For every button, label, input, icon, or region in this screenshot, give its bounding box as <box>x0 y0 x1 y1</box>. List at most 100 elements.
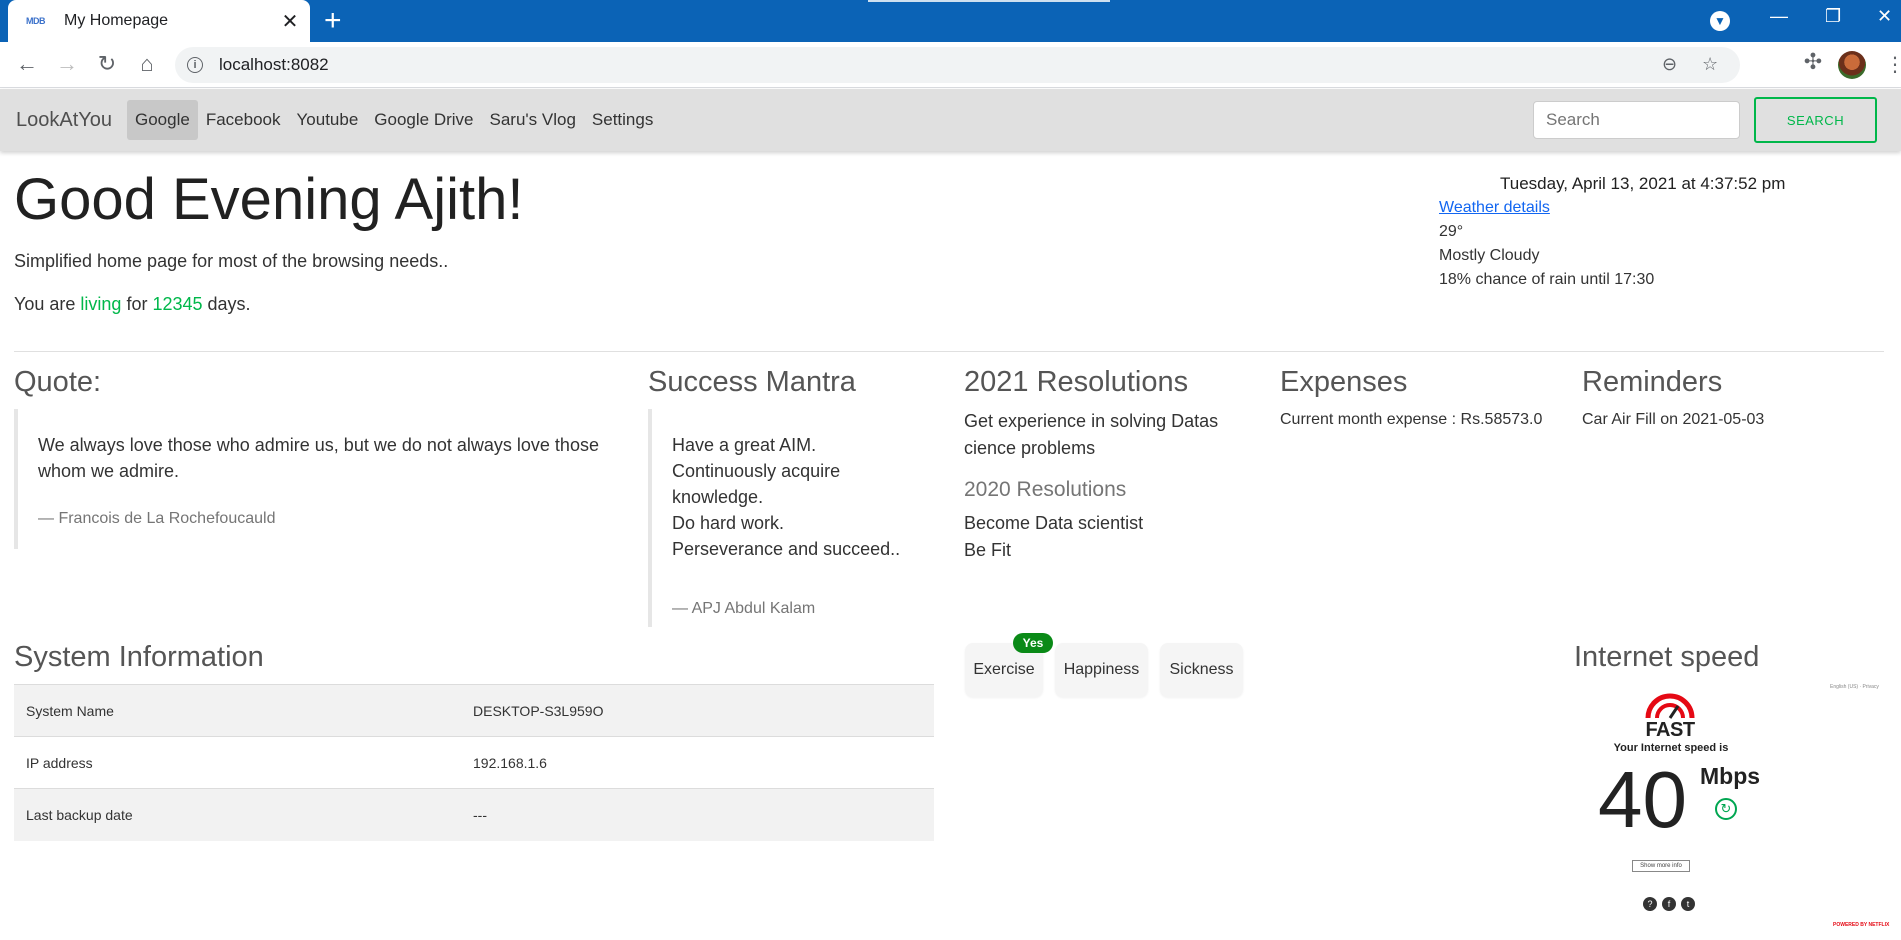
current-datetime: Tuesday, April 13, 2021 at 4:37:52 pm <box>1500 174 1786 193</box>
more-menu-icon[interactable]: ⋮ <box>1885 52 1901 77</box>
weather-panel: Weather details 29° Mostly Cloudy 18% ch… <box>1439 196 1654 292</box>
restore-icon[interactable]: ❐ <box>1825 6 1841 27</box>
chevron-down-icon[interactable]: ▼ <box>1710 11 1730 31</box>
resolution-2020-item: Be Fit <box>964 540 1012 560</box>
nav-links: Google Facebook Youtube Google Drive Sar… <box>127 100 661 140</box>
brand-logo[interactable]: LookAtYou <box>16 109 112 132</box>
info-icon[interactable]: i <box>187 57 203 73</box>
nav-link-youtube[interactable]: Youtube <box>289 100 367 140</box>
browser-tab-strip: MDB My Homepage ✕ + ▼ — ❐ ✕ <box>0 0 1901 42</box>
system-name-value: DESKTOP-S3L959O <box>461 684 934 737</box>
nav-link-google-drive[interactable]: Google Drive <box>366 100 481 140</box>
mantra-line: Continuously acquire knowledge. <box>672 461 841 507</box>
nav-link-facebook[interactable]: Facebook <box>198 100 289 140</box>
backup-date-value: --- <box>461 788 934 841</box>
system-info-heading: System Information <box>14 641 264 673</box>
fast-top-links[interactable]: English (US) · Privacy <box>1830 684 1879 690</box>
quote-heading: Quote: <box>14 366 102 398</box>
help-icon[interactable]: ? <box>1643 897 1657 911</box>
nav-link-settings[interactable]: Settings <box>584 100 661 140</box>
search-button[interactable]: SEARCH <box>1754 97 1877 143</box>
tab-strip-indicator <box>868 0 1110 2</box>
mantra-line: Do hard work. <box>672 513 785 533</box>
extensions-icon[interactable]: ✣ <box>1799 49 1827 75</box>
refresh-icon[interactable]: ↻ <box>1715 798 1737 820</box>
weather-rain: 18% chance of rain until 17:30 <box>1439 271 1655 288</box>
habit-chip-sickness[interactable]: Sickness <box>1160 643 1243 697</box>
resolutions-2020-heading: 2020 Resolutions <box>964 478 1127 501</box>
star-icon[interactable]: ☆ <box>1702 54 1718 75</box>
tab-favicon-icon: MDB <box>26 16 46 26</box>
close-tab-icon[interactable]: ✕ <box>280 9 300 34</box>
success-mantra-heading: Success Mantra <box>648 366 856 398</box>
weather-condition: Mostly Cloudy <box>1439 247 1540 264</box>
forward-arrow-icon[interactable]: → <box>53 51 81 77</box>
avatar[interactable] <box>1838 51 1866 79</box>
tab-title: My Homepage <box>64 12 169 29</box>
zoom-icon[interactable]: ⊖ <box>1662 54 1677 75</box>
living-prefix: You are <box>14 294 81 314</box>
living-mid: for <box>121 294 153 314</box>
table-row: System Name DESKTOP-S3L959O <box>14 684 934 737</box>
url-text[interactable]: localhost:8082 <box>219 55 329 75</box>
browser-tab[interactable]: MDB My Homepage ✕ <box>8 0 310 42</box>
address-bar[interactable]: i localhost:8082 ☆ ⊖ <box>175 47 1740 83</box>
fast-speedometer-icon <box>1645 693 1695 719</box>
system-info-table: System Name DESKTOP-S3L959O IP address 1… <box>14 684 934 841</box>
reminders-text: Car Air Fill on 2021-05-03 <box>1582 411 1765 428</box>
new-tab-icon[interactable]: + <box>324 5 342 37</box>
resolution-2021-item: Get experience in solving Datas cience p… <box>964 411 1219 458</box>
living-word: living <box>80 294 122 314</box>
fast-logo: FAST <box>1635 690 1705 742</box>
expenses-text: Current month expense : Rs.58573.0 <box>1280 411 1543 428</box>
status-badge: Yes <box>1013 633 1053 653</box>
mantra-line: Have a great AIM. <box>672 435 817 455</box>
quote-block: We always love those who admire us, but … <box>14 409 614 549</box>
reload-icon[interactable]: ↻ <box>93 51 121 77</box>
app-navbar: LookAtYou Google Facebook Youtube Google… <box>0 89 1901 151</box>
show-more-info-button[interactable]: Show more info <box>1632 860 1690 872</box>
ip-address-value: 192.168.1.6 <box>461 736 934 789</box>
browser-toolbar: ← → ↻ ⌂ i localhost:8082 ☆ ⊖ ✣ ⋮ <box>0 42 1901 88</box>
fast-logo-text: FAST <box>1645 719 1695 741</box>
nav-link-google[interactable]: Google <box>127 100 198 140</box>
table-row: Last backup date --- <box>14 788 934 841</box>
search-input[interactable] <box>1533 101 1740 139</box>
quote-author: — Francois de La Rochefoucauld <box>38 510 276 527</box>
resolutions-2020-list: Become Data scientist Be Fit <box>964 510 1234 564</box>
expenses-heading: Expenses <box>1280 366 1408 398</box>
system-name-label: System Name <box>14 684 461 737</box>
living-suffix: days. <box>202 294 251 314</box>
fast-caption: Your Internet speed is <box>1613 742 1729 754</box>
home-icon[interactable]: ⌂ <box>133 51 161 77</box>
ip-address-label: IP address <box>14 736 461 789</box>
close-window-icon[interactable]: ✕ <box>1877 6 1892 27</box>
powered-by-netflix: POWERED BY NETFLIX <box>1833 922 1890 928</box>
speed-value: 40 <box>1598 755 1687 844</box>
minimize-icon[interactable]: — <box>1770 6 1788 27</box>
subtitle: Simplified home page for most of the bro… <box>14 251 449 271</box>
quote-text: We always love those who admire us, but … <box>38 435 599 481</box>
twitter-icon[interactable]: t <box>1681 897 1695 911</box>
living-days-text: You are living for 12345 days. <box>14 294 251 315</box>
back-arrow-icon[interactable]: ← <box>13 51 41 77</box>
greeting-title: Good Evening Ajith! <box>14 167 524 232</box>
success-mantra-block: Have a great AIM. Continuously acquire k… <box>648 409 908 627</box>
backup-date-label: Last backup date <box>14 788 461 841</box>
living-days-count: 12345 <box>152 294 203 314</box>
reminders-heading: Reminders <box>1582 366 1723 398</box>
mantra-author: — APJ Abdul Kalam <box>672 600 816 617</box>
speed-unit: Mbps <box>1700 763 1761 789</box>
nav-link-sarus-vlog[interactable]: Saru's Vlog <box>482 100 584 140</box>
weather-temp: 29° <box>1439 223 1464 240</box>
divider <box>14 351 1884 352</box>
facebook-icon[interactable]: f <box>1662 897 1676 911</box>
mantra-line: Perseverance and succeed.. <box>672 539 901 559</box>
habit-chip-happiness[interactable]: Happiness <box>1055 643 1148 697</box>
fast-speed-widget: English (US) · Privacy FAST Your Interne… <box>1560 684 1889 935</box>
resolution-2020-item: Become Data scientist <box>964 513 1144 533</box>
internet-speed-heading: Internet speed <box>1574 641 1760 673</box>
table-row: IP address 192.168.1.6 <box>14 736 934 789</box>
resolutions-2021-heading: 2021 Resolutions <box>964 366 1189 398</box>
weather-details-link[interactable]: Weather details <box>1439 199 1550 216</box>
